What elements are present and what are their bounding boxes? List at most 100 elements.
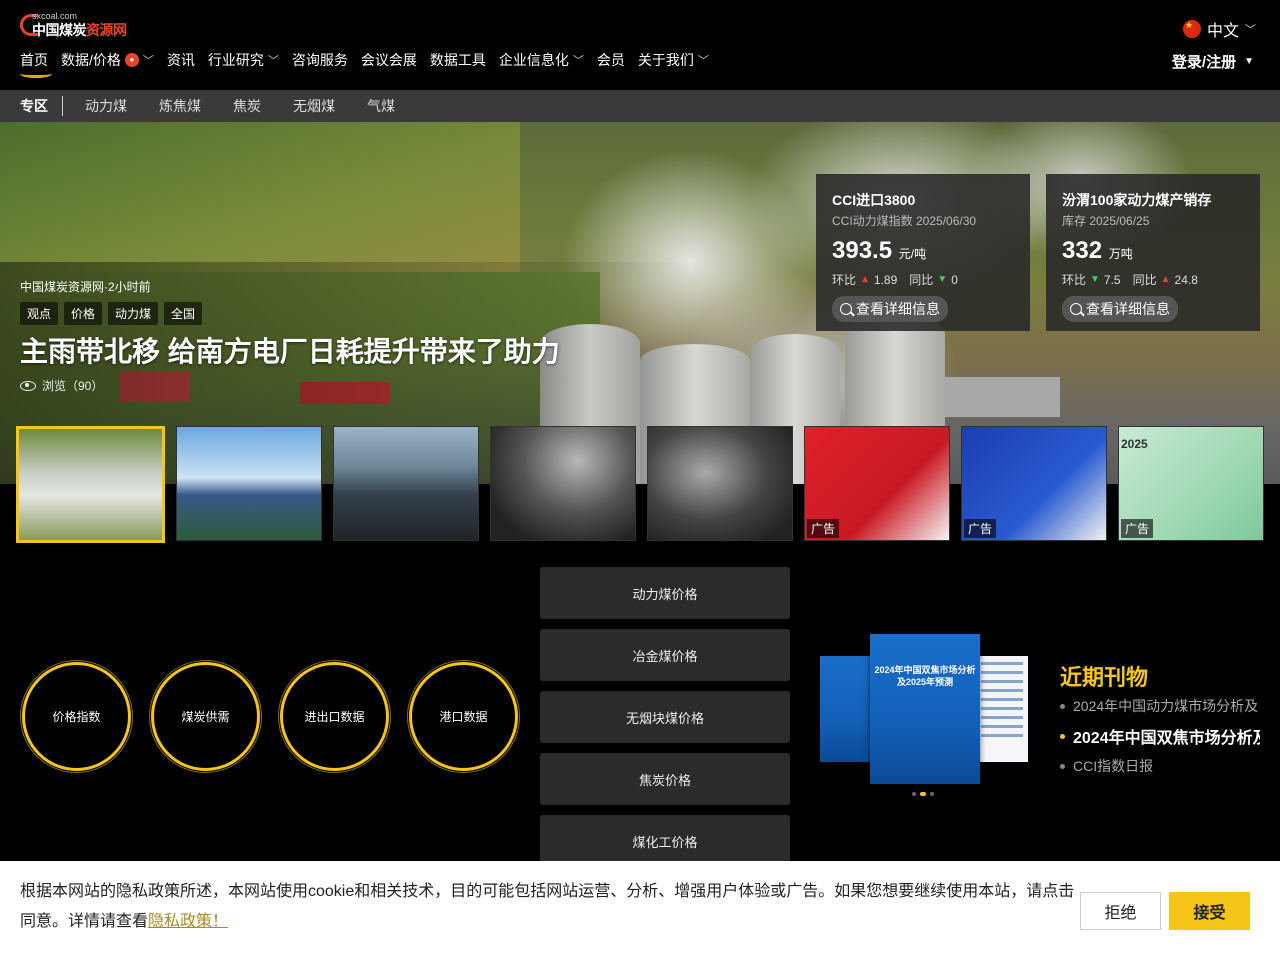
card-change: 环比 ▼ 7.5 同比 ▲ 24.8 — [1062, 272, 1198, 288]
language-label: 中文 — [1206, 23, 1239, 40]
quick-links: 价格指数 煤炭供需 进出口数据 港口数据 — [22, 662, 518, 771]
login-label: 登录/注册 — [1171, 54, 1237, 71]
search-icon — [1070, 303, 1082, 315]
cookie-consent-bar: 根据本网站的隐私政策所述，本网站使用cookie和相关技术，目的可能包括网站运营… — [0, 861, 1280, 960]
price-coke-button[interactable]: 焦炭价格 — [540, 753, 790, 805]
nav-enterprise-it[interactable]: 企业信息化 ﹀ — [499, 50, 584, 70]
tag-item[interactable]: 观点 — [20, 302, 59, 325]
arrow-up-icon: ▲ — [1160, 274, 1171, 285]
nav-membership[interactable]: 会员 — [597, 50, 625, 70]
quick-link-supply-demand[interactable]: 煤炭供需 — [151, 662, 260, 771]
ad-label: 广告 — [964, 519, 997, 538]
arrow-up-icon: ▲ — [860, 274, 870, 285]
thumbnail-coal-port[interactable] — [333, 426, 479, 541]
price-categories: 动力煤价格 冶金煤价格 无烟块煤价格 焦炭价格 煤化工价格 — [540, 567, 790, 877]
hero-title[interactable]: 主雨带北移 给南方电厂日耗提升带来了助力 — [20, 330, 560, 370]
publication-covers[interactable]: 2024年中国双焦市场分析及2025年预测 — [820, 634, 1030, 784]
accept-cookies-button[interactable]: 接受 — [1169, 892, 1250, 930]
nav-data-price[interactable]: 数据/价格 ● ﹀ — [61, 50, 154, 70]
view-details-button[interactable]: 查看详细信息 — [1062, 296, 1178, 322]
tag-item[interactable]: 价格 — [64, 302, 103, 325]
hero-building — [940, 377, 1060, 417]
arrow-down-icon: ▼ — [1090, 274, 1100, 285]
search-icon — [840, 303, 852, 315]
publication-item-active[interactable]: 2024年中国双焦市场分析及 — [1060, 724, 1260, 748]
site-logo[interactable]: sxcoal.com 中国煤炭资源网 — [20, 10, 130, 40]
hero-views: 浏览（90） — [20, 377, 103, 394]
nav-news[interactable]: 资讯 — [167, 50, 195, 70]
chevron-down-icon: ﹀ — [1245, 24, 1256, 36]
publication-item[interactable]: 2024年中国动力煤市场分析及 — [1060, 696, 1260, 716]
subnav-item-thermal-coal[interactable]: 动力煤 — [85, 96, 127, 116]
ad-label: 广告 — [807, 519, 840, 538]
card-value: 393.5 元/吨 — [832, 237, 927, 264]
zone-subnav: 专区 动力煤 炼焦煤 焦炭 无烟煤 气煤 — [0, 90, 1280, 122]
hot-badge-icon: ● — [124, 53, 139, 67]
reject-cookies-button[interactable]: 拒绝 — [1080, 892, 1161, 930]
cookie-text: 根据本网站的隐私政策所述，本网站使用cookie和相关技术，目的可能包括网站运营… — [20, 883, 1075, 930]
quick-link-price-index[interactable]: 价格指数 — [22, 662, 131, 771]
main-nav: 首页 数据/价格 ● ﹀ 资讯 行业研究 ﹀ 咨询服务 会议会展 数据工具 企业信息化… — [20, 50, 722, 78]
publication-item[interactable]: CCI指数日报 — [1060, 756, 1260, 776]
publication-cover-front: 2024年中国双焦市场分析及2025年预测 — [870, 634, 980, 784]
quick-link-import-export[interactable]: 进出口数据 — [280, 662, 389, 771]
card-title: 汾渭100家动力煤产销存 — [1062, 192, 1212, 208]
card-subtitle: 库存 2025/06/25 — [1062, 214, 1150, 228]
thumbnail-ad-3[interactable]: 2025 广告 — [1118, 426, 1264, 541]
card-change: 环比 ▲ 1.89 同比 ▼ 0 — [832, 272, 958, 288]
caret-down-icon: ▼ — [1244, 56, 1254, 67]
views-count: 浏览（90） — [42, 379, 104, 393]
subnav-item-coke[interactable]: 焦炭 — [233, 96, 261, 116]
thumbnail-coal-pile[interactable] — [490, 426, 636, 541]
card-subtitle: CCI动力煤指数 2025/06/30 — [832, 214, 977, 228]
chevron-down-icon: ﹀ — [572, 55, 584, 67]
thumbnail-ad-2[interactable]: 广告 — [961, 426, 1107, 541]
thumbnail-ad-1[interactable]: 广告 — [804, 426, 950, 541]
subnav-item-coking-coal[interactable]: 炼焦煤 — [159, 96, 201, 116]
hero-thumbnails: 广告 广告 2025 广告 — [16, 426, 1264, 543]
view-details-button[interactable]: 查看详细信息 — [832, 296, 948, 322]
login-register-button[interactable]: 登录/注册 ▼ — [1172, 51, 1254, 72]
price-metallurgical-coal-button[interactable]: 冶金煤价格 — [540, 629, 790, 681]
eye-icon — [20, 380, 36, 391]
thumbnail-power-plant[interactable] — [16, 426, 165, 543]
index-card-fenwei: 汾渭100家动力煤产销存 库存 2025/06/25 332 万吨 环比 ▼ 7.… — [1046, 174, 1260, 331]
carousel-dot[interactable] — [912, 792, 916, 796]
chevron-down-icon: ﹀ — [267, 55, 279, 67]
hero-tags: 观点 价格 动力煤 全国 — [20, 302, 203, 325]
nav-conference[interactable]: 会议会展 — [361, 50, 417, 70]
language-selector[interactable]: 中文 ﹀ — [1182, 17, 1256, 41]
carousel-dots — [912, 792, 934, 796]
ad-label: 广告 — [1121, 519, 1154, 538]
zone-label: 专区 — [20, 96, 63, 116]
hero-image-fields — [0, 122, 520, 272]
price-thermal-coal-button[interactable]: 动力煤价格 — [540, 567, 790, 619]
logo-name: 中国煤炭资源网 — [32, 22, 127, 38]
carousel-dot-active[interactable] — [920, 792, 926, 796]
nav-consulting[interactable]: 咨询服务 — [292, 50, 348, 70]
nav-research[interactable]: 行业研究 ﹀ — [208, 50, 279, 70]
tag-item[interactable]: 动力煤 — [108, 302, 159, 325]
tag-item[interactable]: 全国 — [164, 302, 203, 325]
thumbnail-coal-mining[interactable] — [647, 426, 793, 541]
nav-about[interactable]: 关于我们 ﹀ — [638, 50, 709, 70]
subnav-item-anthracite[interactable]: 无烟煤 — [293, 96, 335, 116]
price-coal-chemical-button[interactable]: 煤化工价格 — [540, 815, 790, 867]
quick-link-port-data[interactable]: 港口数据 — [409, 662, 518, 771]
price-anthracite-lump-button[interactable]: 无烟块煤价格 — [540, 691, 790, 743]
card-title: CCI进口3800 — [832, 192, 916, 208]
chevron-down-icon: ﹀ — [697, 55, 709, 67]
nav-home[interactable]: 首页 — [20, 50, 52, 78]
card-value: 332 万吨 — [1062, 237, 1133, 264]
index-card-cci: CCI进口3800 CCI动力煤指数 2025/06/30 393.5 元/吨 … — [816, 174, 1030, 331]
thumbnail-port-ship[interactable] — [176, 426, 322, 541]
subnav-item-gas-coal[interactable]: 气煤 — [367, 96, 395, 116]
privacy-policy-link[interactable]: 隐私政策！ — [148, 913, 228, 930]
site-header: sxcoal.com 中国煤炭资源网 中文 ﹀ 首页 数据/价格●﹀ 资讯 行业… — [0, 0, 1280, 90]
recent-publications-heading: 近期刊物 — [1060, 665, 1149, 690]
nav-data-tools[interactable]: 数据工具 — [430, 50, 486, 70]
chevron-down-icon: ﹀ — [142, 55, 154, 67]
carousel-dot[interactable] — [930, 792, 934, 796]
thumbnail-year: 2025 — [1121, 437, 1148, 451]
publication-page — [976, 656, 1028, 762]
